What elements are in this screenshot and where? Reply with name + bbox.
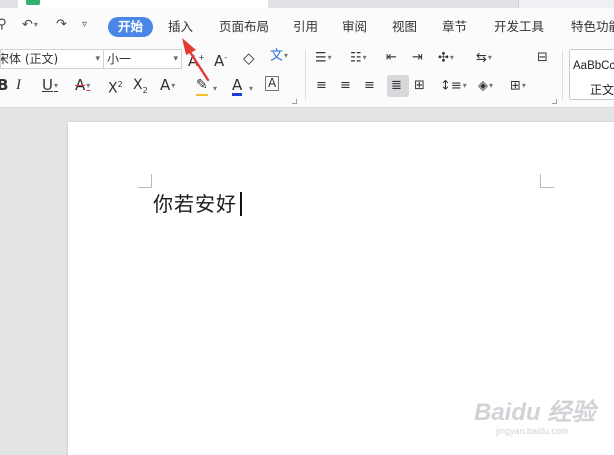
borders-icon[interactable]: ⊞▾ <box>510 77 526 96</box>
undo-icon[interactable]: ↶▾ <box>22 17 38 34</box>
align-center-icon[interactable]: ≡ <box>340 77 351 95</box>
ribbon-home: 宋体 (正文) ▾ 小一 ▾ A+ A- ◇ 文▾ B I U▾ A▾ X2 X… <box>0 44 614 108</box>
tab-developer-tools[interactable]: 开发工具 <box>494 17 544 37</box>
tab-special-features[interactable]: 特色功能 <box>571 17 614 37</box>
font-name-value: 宋体 (正文) <box>0 52 59 66</box>
grow-font-icon[interactable]: A+ <box>188 49 205 70</box>
highlight-icon[interactable]: ✎ <box>196 76 208 96</box>
bullet-list-icon[interactable]: ☰▾ <box>315 49 332 68</box>
increase-indent-icon[interactable]: ⇥ <box>412 49 423 67</box>
align-left-icon[interactable]: ≡ <box>316 77 327 95</box>
decrease-indent-icon[interactable]: ⇤ <box>386 49 397 67</box>
redo-icon[interactable]: ↷ <box>56 17 67 33</box>
shrink-font-icon[interactable]: A- <box>214 49 227 70</box>
text-cursor <box>240 192 242 216</box>
tab-home[interactable]: 开始 <box>108 17 154 37</box>
bold-icon[interactable]: B <box>0 76 8 94</box>
tab-insert[interactable]: 插入 <box>168 17 193 37</box>
line-spacing-icon[interactable]: ↕≡▾ <box>440 77 467 96</box>
pinyin-guide-icon[interactable]: 文▾ <box>270 47 288 66</box>
tab-chapter[interactable]: 章节 <box>442 17 467 37</box>
shading-icon[interactable]: ◈▾ <box>478 77 493 96</box>
align-right-icon[interactable]: ≡ <box>364 77 375 95</box>
style-gallery-normal[interactable]: AaBbCcDd 正文 <box>569 49 614 100</box>
font-size-select[interactable]: 小一 ▾ <box>104 49 182 69</box>
distributed-align-icon[interactable]: ⊞ <box>414 77 425 95</box>
watermark-brand: Baidu 经验 <box>474 399 596 426</box>
tab-references[interactable]: 引用 <box>293 17 318 37</box>
quick-access-dropdown-icon[interactable]: ▿ <box>82 17 87 33</box>
font-size-value: 小一 <box>107 52 132 66</box>
strikethrough-icon[interactable]: A▾ <box>75 76 90 95</box>
text-direction-icon[interactable]: ⇆▾ <box>476 49 492 68</box>
window-tab-strip <box>0 0 614 8</box>
document-tab[interactable] <box>18 0 268 8</box>
ribbon-separator <box>562 50 563 100</box>
new-tab-area[interactable] <box>518 0 614 8</box>
menu-bar: ⚲ ↶▾ ↷ ▿ 开始 插入 页面布局 引用 审阅 视图 章节 开发工具 特色功… <box>0 8 614 44</box>
underline-icon[interactable]: U▾ <box>42 76 58 95</box>
style-label: 正文 <box>590 83 614 97</box>
character-border-icon[interactable]: A <box>265 76 280 91</box>
font-name-select[interactable]: 宋体 (正文) ▾ <box>0 49 104 69</box>
paragraph-dialog-launcher-icon[interactable] <box>552 99 557 104</box>
font-dialog-launcher-icon[interactable] <box>292 99 297 104</box>
chevron-down-icon: ▾ <box>173 54 178 64</box>
justify-icon[interactable]: ≣ <box>391 77 402 95</box>
tab-review[interactable]: 审阅 <box>342 17 367 37</box>
print-preview-icon[interactable]: ⚲ <box>0 17 7 33</box>
chevron-down-icon[interactable]: ▾ <box>249 80 253 98</box>
page-margin-corner-top-left <box>138 174 152 188</box>
superscript-icon[interactable]: X2 <box>108 76 123 98</box>
chevron-down-icon: ▾ <box>95 54 100 64</box>
page-margin-corner-top-right <box>540 174 554 188</box>
subscript-icon[interactable]: X2 <box>133 76 148 100</box>
tab-page-layout[interactable]: 页面布局 <box>219 17 269 37</box>
tab-view[interactable]: 视图 <box>392 17 417 37</box>
font-color-icon[interactable]: A <box>232 76 243 96</box>
text-effect-icon[interactable]: A▾ <box>160 76 175 95</box>
numbered-list-icon[interactable]: ☷▾ <box>350 49 367 68</box>
document-tab-icon <box>26 0 40 5</box>
italic-icon[interactable]: I <box>16 76 21 94</box>
wps-writer-window: ⚲ ↶▾ ↷ ▿ 开始 插入 页面布局 引用 审阅 视图 章节 开发工具 特色功… <box>0 0 614 455</box>
chinese-layout-icon[interactable]: ✣▾ <box>438 49 454 68</box>
style-preview-text: AaBbCcDd <box>573 60 614 72</box>
clear-format-icon[interactable]: ◇ <box>243 49 255 67</box>
show-hide-marks-icon[interactable]: ⊟ <box>537 49 548 67</box>
chevron-down-icon[interactable]: ▾ <box>213 80 217 98</box>
document-body-text[interactable]: 你若安好 <box>153 191 237 217</box>
watermark-url: jingyan.baidu.com <box>496 426 569 436</box>
ribbon-separator <box>305 50 306 100</box>
